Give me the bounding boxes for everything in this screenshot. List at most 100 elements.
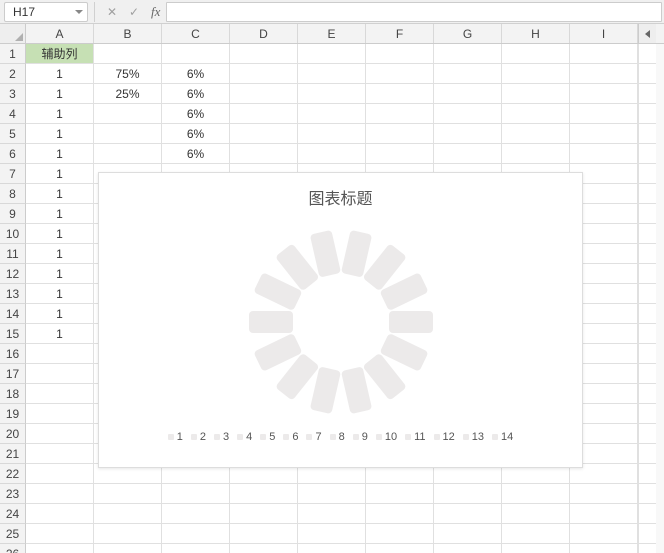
cell[interactable]: [638, 324, 656, 344]
legend-label[interactable]: 13: [472, 431, 484, 443]
donut-segment[interactable]: [340, 366, 371, 414]
cell[interactable]: [570, 44, 638, 64]
cell[interactable]: 1: [26, 204, 94, 224]
row-header[interactable]: 22: [0, 464, 26, 484]
cell[interactable]: [638, 224, 656, 244]
cell[interactable]: [26, 444, 94, 464]
legend-label[interactable]: 10: [385, 431, 397, 443]
name-box[interactable]: H17: [4, 2, 88, 22]
chart-object[interactable]: 图表标题 1234567891011121314: [98, 172, 583, 468]
cell[interactable]: 1: [26, 104, 94, 124]
cell[interactable]: [298, 524, 366, 544]
cell[interactable]: [638, 284, 656, 304]
legend-label[interactable]: 9: [362, 431, 368, 443]
legend-label[interactable]: 2: [200, 431, 206, 443]
cell[interactable]: [298, 504, 366, 524]
cell[interactable]: [638, 344, 656, 364]
cell[interactable]: [26, 364, 94, 384]
cell[interactable]: [230, 524, 298, 544]
cell[interactable]: [502, 104, 570, 124]
donut-segment[interactable]: [389, 311, 433, 333]
row-header[interactable]: 9: [0, 204, 26, 224]
legend-label[interactable]: 1: [177, 431, 183, 443]
column-header[interactable]: H: [502, 24, 570, 43]
cell[interactable]: [162, 484, 230, 504]
cell[interactable]: [26, 524, 94, 544]
cell[interactable]: [570, 144, 638, 164]
cell[interactable]: [94, 44, 162, 64]
cell[interactable]: 1: [26, 164, 94, 184]
cell[interactable]: 1: [26, 84, 94, 104]
row-header[interactable]: 19: [0, 404, 26, 424]
cell[interactable]: 25%: [94, 84, 162, 104]
cell[interactable]: [366, 104, 434, 124]
cell[interactable]: [638, 124, 656, 144]
cell[interactable]: [434, 484, 502, 504]
cell[interactable]: [570, 484, 638, 504]
cell[interactable]: [366, 64, 434, 84]
cell[interactable]: [434, 124, 502, 144]
row-header[interactable]: 21: [0, 444, 26, 464]
cell[interactable]: 75%: [94, 64, 162, 84]
cell[interactable]: [502, 44, 570, 64]
cell[interactable]: [502, 524, 570, 544]
cell[interactable]: [26, 544, 94, 553]
column-header[interactable]: G: [434, 24, 502, 43]
cell[interactable]: [26, 424, 94, 444]
cell[interactable]: [298, 104, 366, 124]
cell[interactable]: [434, 44, 502, 64]
cell[interactable]: [638, 424, 656, 444]
row-header[interactable]: 8: [0, 184, 26, 204]
row-header[interactable]: 6: [0, 144, 26, 164]
cell[interactable]: 1: [26, 184, 94, 204]
cell[interactable]: [570, 84, 638, 104]
cell[interactable]: [230, 144, 298, 164]
cell[interactable]: [26, 344, 94, 364]
legend-label[interactable]: 3: [223, 431, 229, 443]
cell[interactable]: [638, 364, 656, 384]
cell[interactable]: [298, 144, 366, 164]
cell[interactable]: [638, 504, 656, 524]
cell[interactable]: [230, 44, 298, 64]
column-header[interactable]: C: [162, 24, 230, 43]
cell[interactable]: [366, 484, 434, 504]
row-header[interactable]: 18: [0, 384, 26, 404]
legend-label[interactable]: 8: [339, 431, 345, 443]
cell[interactable]: [638, 264, 656, 284]
legend-label[interactable]: 12: [443, 431, 455, 443]
cell[interactable]: 6%: [162, 124, 230, 144]
row-header[interactable]: 12: [0, 264, 26, 284]
cell[interactable]: [502, 544, 570, 553]
cell[interactable]: 1: [26, 304, 94, 324]
cell[interactable]: [638, 404, 656, 424]
cell[interactable]: [366, 504, 434, 524]
cell[interactable]: [230, 484, 298, 504]
row-header[interactable]: 4: [0, 104, 26, 124]
cell[interactable]: [162, 524, 230, 544]
cell[interactable]: [298, 484, 366, 504]
cell[interactable]: [570, 504, 638, 524]
cell[interactable]: [162, 504, 230, 524]
cell[interactable]: 辅助列: [26, 44, 94, 64]
cell[interactable]: [26, 404, 94, 424]
cell[interactable]: [230, 104, 298, 124]
cell[interactable]: 1: [26, 224, 94, 244]
cell[interactable]: [94, 544, 162, 553]
cell[interactable]: 6%: [162, 104, 230, 124]
cell[interactable]: [434, 144, 502, 164]
cell[interactable]: [366, 524, 434, 544]
cell[interactable]: [26, 384, 94, 404]
cell[interactable]: 1: [26, 264, 94, 284]
cell[interactable]: 6%: [162, 64, 230, 84]
cell[interactable]: [94, 504, 162, 524]
legend-label[interactable]: 6: [292, 431, 298, 443]
cell[interactable]: [162, 544, 230, 553]
cell[interactable]: [366, 544, 434, 553]
cell[interactable]: [638, 484, 656, 504]
cancel-formula-button[interactable]: ✕: [101, 1, 123, 23]
cell[interactable]: [298, 124, 366, 144]
cell[interactable]: [638, 164, 656, 184]
chart-legend[interactable]: 1234567891011121314: [99, 431, 582, 443]
cell[interactable]: [94, 104, 162, 124]
cell[interactable]: 1: [26, 144, 94, 164]
